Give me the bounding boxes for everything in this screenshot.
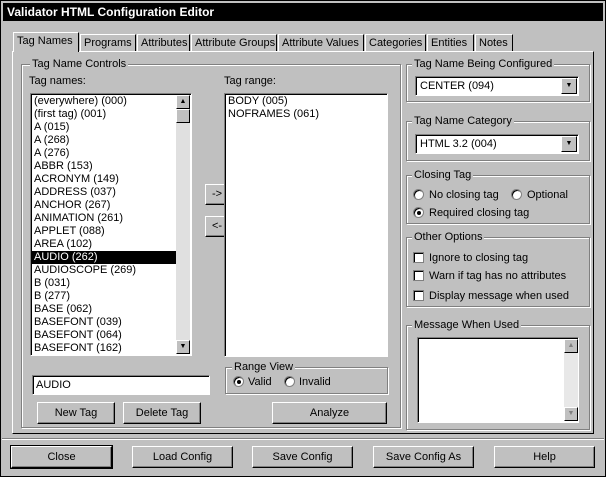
list-item[interactable]: A (276) [32,147,176,160]
display-message-label[interactable]: Display message when used [429,290,569,302]
list-item[interactable]: ANIMATION (261) [32,212,176,225]
list-item[interactable]: ANCHOR (267) [32,199,176,212]
other-options-group: Other Options Ignore to closing tag Warn… [406,231,590,307]
tag-category-select[interactable]: HTML 3.2 (004) ▼ [415,134,579,154]
required-closing-tag-radio[interactable] [413,207,424,218]
tab-entities[interactable]: Entities [427,34,474,51]
new-tag-button[interactable]: New Tag [37,402,115,424]
scroll-up-icon[interactable]: ▲ [176,95,190,109]
tab-attributes[interactable]: Attributes [137,34,190,51]
tab-notes[interactable]: Notes [475,34,513,51]
tag-being-configured-title: Tag Name Being Configured [412,58,555,70]
editor-window: Validator HTML Configuration Editor Tag … [0,0,606,477]
required-closing-tag-label[interactable]: Required closing tag [429,207,529,219]
message-textarea[interactable]: ▲ ▼ [417,337,579,423]
warn-no-attributes-checkbox[interactable] [413,270,424,281]
list-item[interactable]: (everywhere) (000) [32,95,176,108]
tag-names-panel: Tag Name Controls Tag names: (everywhere… [12,51,594,434]
tag-category-group: Tag Name Category HTML 3.2 (004) ▼ [406,115,590,161]
list-item[interactable]: A (268) [32,134,176,147]
list-item[interactable]: (first tag) (001) [32,108,176,121]
valid-radio[interactable] [233,376,244,387]
tab-attribute-values[interactable]: Attribute Values [278,34,364,51]
tag-name-input-value: AUDIO [36,379,71,391]
tag-name-input[interactable]: AUDIO [32,375,210,395]
optional-radio[interactable] [511,189,522,200]
scroll-up-icon[interactable]: ▲ [564,339,578,353]
tab-programs[interactable]: Programs [80,34,136,51]
scroll-down-icon[interactable]: ▼ [176,340,190,354]
chevron-down-icon[interactable]: ▼ [561,78,577,94]
tag-category-value: HTML 3.2 (004) [420,138,497,150]
other-options-title: Other Options [412,231,485,243]
invalid-radio[interactable] [284,376,295,387]
list-item[interactable]: ADDRESS (037) [32,186,176,199]
tag-being-configured-group: Tag Name Being Configured CENTER (094) ▼ [406,58,590,102]
tag-being-configured-select[interactable]: CENTER (094) ▼ [415,76,579,96]
list-item[interactable]: B (031) [32,277,176,290]
radio-dot-icon [237,380,241,384]
tab-attribute-groups[interactable]: Attribute Groups [191,34,277,51]
range-view-group: Range View Valid Invalid [225,361,388,394]
invalid-label[interactable]: Invalid [299,376,331,388]
message-when-used-group: Message When Used ▲ ▼ [406,319,590,430]
tag-category-title: Tag Name Category [412,115,514,127]
separator-line [2,439,604,440]
list-item[interactable]: NOFRAMES (061) [226,108,386,121]
list-item[interactable]: AREA (102) [32,238,176,251]
list-item[interactable]: BASEFONT (162) [32,342,176,354]
load-config-button[interactable]: Load Config [132,446,233,468]
message-when-used-title: Message When Used [412,319,522,331]
tag-being-configured-value: CENTER (094) [420,80,494,92]
chevron-down-icon[interactable]: ▼ [561,136,577,152]
tab-categories[interactable]: Categories [365,34,426,51]
tag-names-label: Tag names: [29,75,86,87]
analyze-button[interactable]: Analyze [272,402,387,424]
ignore-closing-tag-label[interactable]: Ignore to closing tag [429,252,528,264]
list-item[interactable]: ABBR (153) [32,160,176,173]
tag-range-listbox[interactable]: BODY (005) NOFRAMES (061) [224,93,388,357]
tag-range-list: BODY (005) NOFRAMES (061) [226,95,386,355]
tag-range-label: Tag range: [224,75,276,87]
list-item[interactable]: BASE (062) [32,303,176,316]
list-item[interactable]: AUDIOSCOPE (269) [32,264,176,277]
list-item[interactable]: BODY (005) [226,95,386,108]
tag-names-listbox[interactable]: (everywhere) (000) (first tag) (001) A (… [30,93,192,356]
list-item[interactable]: APPLET (088) [32,225,176,238]
tag-names-list: (everywhere) (000) (first tag) (001) A (… [32,95,176,354]
list-item[interactable]: BASEFONT (064) [32,329,176,342]
save-config-button[interactable]: Save Config [252,446,353,468]
tag-names-scrollbar[interactable]: ▲ ▼ [176,95,190,354]
save-config-as-button[interactable]: Save Config As [373,446,474,468]
no-closing-tag-radio[interactable] [413,189,424,200]
display-message-checkbox[interactable] [413,290,424,301]
list-item[interactable]: BASEFONT (039) [32,316,176,329]
close-button[interactable]: Close [10,445,113,469]
scroll-down-icon[interactable]: ▼ [564,407,578,421]
tab-tag-names[interactable]: Tag Names [13,32,79,52]
window-title: Validator HTML Configuration Editor [3,3,603,21]
message-scrollbar[interactable]: ▲ ▼ [564,339,578,421]
range-view-title: Range View [232,361,296,373]
list-item[interactable]: B (277) [32,290,176,303]
list-item-selected[interactable]: AUDIO (262) [32,251,176,264]
ignore-closing-tag-checkbox[interactable] [413,252,424,263]
list-item[interactable]: ACRONYM (149) [32,173,176,186]
closing-tag-title: Closing Tag [412,169,474,181]
warn-no-attributes-label[interactable]: Warn if tag has no attributes [429,270,566,282]
scroll-thumb[interactable] [176,109,190,123]
radio-dot-icon [417,211,421,215]
delete-tag-button[interactable]: Delete Tag [123,402,201,424]
help-button[interactable]: Help [494,446,595,468]
tag-name-controls-title: Tag Name Controls [30,58,129,70]
no-closing-tag-label[interactable]: No closing tag [429,189,499,201]
closing-tag-group: Closing Tag No closing tag Optional Requ… [406,169,590,224]
tag-name-controls-group: Tag Name Controls Tag names: (everywhere… [21,58,401,428]
list-item[interactable]: A (015) [32,121,176,134]
optional-label[interactable]: Optional [527,189,568,201]
valid-label[interactable]: Valid [248,376,272,388]
